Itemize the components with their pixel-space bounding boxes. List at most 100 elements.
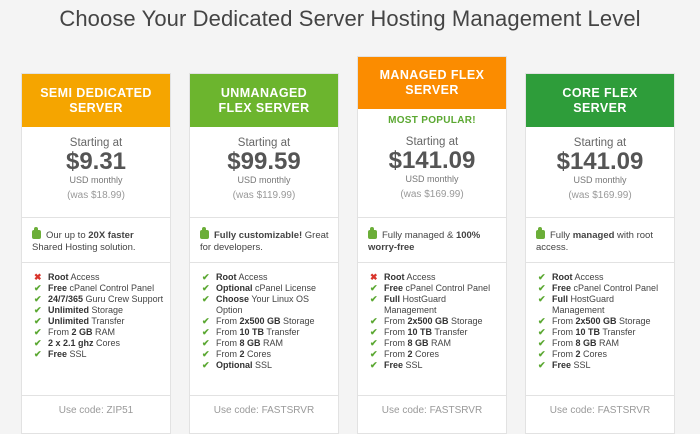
feature-text: From — [48, 327, 72, 337]
coupon-code: Use code: FASTSRVR — [381, 405, 483, 416]
feature-item: ✔ Free cPanel Control Panel — [538, 283, 668, 294]
check-icon: ✔ — [34, 294, 42, 304]
divider — [358, 262, 506, 263]
feature-item: ✔ From 8 GB RAM — [202, 338, 332, 349]
divider — [358, 395, 506, 396]
feature-text: Access — [68, 272, 100, 282]
thumbs-up-icon — [200, 227, 209, 239]
highlight-text: Fully managed & — [382, 230, 456, 241]
feature-item: ✔ From 2 Cores — [538, 349, 668, 360]
previous-price: (was $119.99) — [232, 190, 296, 201]
divider — [526, 217, 674, 218]
feature-item: ✔ From 8 GB RAM — [370, 338, 500, 349]
feature-item: ✔ Choose Your Linux OS Option — [202, 294, 332, 316]
highlight-emphasis: managed — [572, 230, 615, 241]
feature-text: Guru Crew Support — [83, 294, 164, 304]
feature-emphasis: 2 GB — [71, 327, 93, 337]
feature-text: From — [384, 316, 408, 326]
feature-text: SSL — [571, 360, 591, 370]
cross-icon: ✖ — [370, 272, 378, 282]
feature-item: ✔ From 2 GB RAM — [34, 327, 164, 338]
feature-item: ✔ Optional SSL — [202, 360, 332, 371]
feature-emphasis: 2x500 GB — [239, 316, 281, 326]
check-icon: ✔ — [370, 316, 378, 326]
plan-name: UNMANAGED FLEX SERVER — [218, 85, 310, 115]
feature-item: ✔ Full HostGuard Management — [538, 294, 668, 316]
plan-header: UNMANAGED FLEX SERVER — [190, 74, 338, 127]
divider — [22, 395, 170, 396]
divider — [358, 217, 506, 218]
feature-emphasis: Free — [552, 283, 572, 293]
feature-item: ✔ From 2x500 GB Storage — [370, 316, 500, 327]
feature-list: ✔ Root Access ✔ Optional cPanel License ✔ Cho… — [202, 272, 332, 371]
feature-text: cPanel Control Panel — [67, 283, 155, 293]
price-period: USD monthly — [405, 174, 459, 184]
feature-emphasis: Unlimited — [48, 305, 90, 315]
feature-emphasis: Free — [552, 360, 572, 370]
check-icon: ✔ — [538, 272, 546, 282]
feature-emphasis: Free — [48, 283, 68, 293]
price-block: Starting at $99.59 USD monthly (was $119.99… — [190, 137, 338, 201]
price-block: Starting at $141.09 USD monthly (was $169.9… — [358, 136, 506, 200]
feature-text: From — [552, 338, 576, 348]
feature-text: RAM — [92, 327, 116, 337]
plan-card: CORE FLEX SERVER Starting at $141.09 USD mo… — [525, 73, 675, 434]
thumbs-up-icon — [536, 227, 545, 239]
feature-text: Access — [404, 272, 436, 282]
feature-text: SSL — [252, 360, 273, 370]
check-icon: ✔ — [538, 360, 546, 370]
feature-text: Cores — [412, 349, 440, 359]
feature-item: ✖ Root Access — [34, 272, 164, 283]
feature-text: From — [552, 316, 576, 326]
price-period: USD monthly — [237, 175, 291, 185]
price-value: $9.31 — [65, 148, 127, 175]
plan-card: MANAGED FLEX SERVER MOST POPULAR! Starting… — [357, 56, 507, 434]
feature-item: ✔ Free cPanel Control Panel — [34, 283, 164, 294]
check-icon: ✔ — [370, 294, 378, 304]
plan-card: UNMANAGED FLEX SERVER Starting at $99.59 US… — [189, 73, 339, 434]
check-icon: ✔ — [538, 327, 546, 337]
feature-text: From — [216, 338, 240, 348]
feature-text: SSL — [67, 349, 87, 359]
divider — [526, 262, 674, 263]
feature-emphasis: 10 TB — [407, 327, 433, 337]
feature-item: ✔ Root Access — [202, 272, 332, 283]
feature-text: From — [216, 316, 240, 326]
feature-item: ✔ From 10 TB Transfer — [538, 327, 668, 338]
feature-emphasis: Optional — [216, 283, 253, 293]
divider — [22, 262, 170, 263]
feature-text: RAM — [260, 338, 284, 348]
plan-header: MANAGED FLEX SERVER — [358, 57, 506, 109]
feature-emphasis: 24/7/365 — [48, 294, 84, 304]
feature-emphasis: Free — [48, 349, 68, 359]
coupon-code: Use code: FASTSRVR — [213, 405, 315, 416]
feature-text: RAM — [428, 338, 452, 348]
feature-text: Storage — [280, 316, 315, 326]
feature-emphasis: 10 TB — [575, 327, 601, 337]
feature-text: From — [216, 349, 240, 359]
check-icon: ✔ — [202, 338, 210, 348]
feature-emphasis: Free — [384, 360, 404, 370]
check-icon: ✔ — [202, 327, 210, 337]
feature-text: Storage — [89, 305, 124, 315]
cross-icon: ✖ — [34, 272, 42, 282]
check-icon: ✔ — [538, 349, 546, 359]
feature-text: Storage — [448, 316, 483, 326]
feature-text: Cores — [244, 349, 272, 359]
coupon-code: Use code: FASTSRVR — [549, 405, 651, 416]
feature-text: Transfer — [89, 316, 125, 326]
feature-emphasis: Root — [48, 272, 69, 282]
coupon-code: Use code: ZIP51 — [58, 405, 134, 416]
feature-text: From — [384, 338, 408, 348]
feature-text: cPanel License — [252, 283, 317, 293]
feature-emphasis: Choose — [216, 294, 250, 304]
feature-list: ✖ Root Access ✔ Free cPanel Control Panel ✔ 2… — [34, 272, 164, 360]
feature-emphasis: 8 GB — [239, 338, 261, 348]
most-popular-badge: MOST POPULAR! — [388, 115, 476, 126]
highlight-emphasis: 20X faster — [88, 230, 134, 241]
feature-item: ✔ Optional cPanel License — [202, 283, 332, 294]
feature-emphasis: Root — [384, 272, 405, 282]
check-icon: ✔ — [202, 360, 210, 370]
feature-item: ✔ From 10 TB Transfer — [202, 327, 332, 338]
plan-header: CORE FLEX SERVER — [526, 74, 674, 127]
